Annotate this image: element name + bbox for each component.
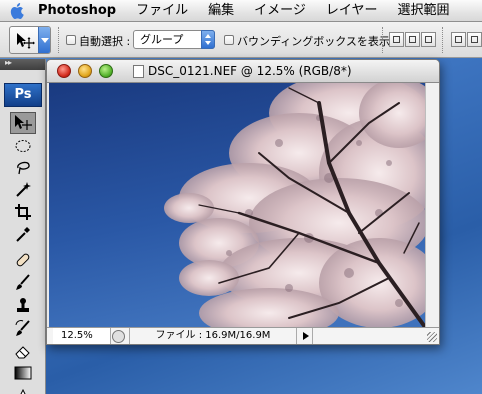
align-bottom-edges-button[interactable] <box>421 32 436 47</box>
menu-edit[interactable]: 編集 <box>198 0 244 22</box>
menu-app-name[interactable]: Photoshop <box>34 0 126 22</box>
vertical-scrollbar[interactable] <box>425 83 439 327</box>
menu-file[interactable]: ファイル <box>126 0 198 22</box>
align-left-edges-button[interactable] <box>451 32 466 47</box>
auto-select-checkbox[interactable] <box>66 35 76 45</box>
magic-wand-icon <box>16 182 31 197</box>
healing-brush-tool-button[interactable] <box>10 249 36 271</box>
chevron-down-icon[interactable] <box>38 27 50 53</box>
status-menu-arrow-icon[interactable] <box>299 328 313 344</box>
crop-icon <box>15 204 31 220</box>
stamp-icon <box>17 298 29 312</box>
elliptical-marquee-icon <box>15 140 31 152</box>
auto-select-target-select[interactable]: グループ <box>133 30 215 49</box>
gradient-tool-button[interactable] <box>10 362 36 384</box>
status-info-icon[interactable] <box>112 330 125 343</box>
brush-tool-button[interactable] <box>10 271 36 293</box>
align-vertical-centers-button[interactable] <box>405 32 420 47</box>
document-canvas[interactable] <box>49 83 425 327</box>
cherry-blossom-photo <box>49 83 425 327</box>
close-window-icon[interactable] <box>57 64 71 78</box>
blur-drop-icon <box>20 389 26 394</box>
eyedropper-icon <box>16 227 30 242</box>
zoom-level-field[interactable]: 12.5% <box>53 328 111 344</box>
tools-panel: ▸▸ Ps <box>0 58 46 394</box>
menu-layer[interactable]: レイヤー <box>316 0 388 22</box>
menu-bar: Photoshop ファイル 編集 イメージ レイヤー 選択範囲 <box>0 0 482 22</box>
magic-wand-tool-button[interactable] <box>10 179 36 201</box>
tool-preset-picker[interactable] <box>9 26 51 54</box>
show-bounding-box-label: バウンディングボックスを表示 <box>237 35 390 48</box>
select-stepper-icon <box>201 30 215 49</box>
gradient-icon <box>14 366 32 380</box>
bandage-icon <box>16 253 30 267</box>
eyedropper-tool-button[interactable] <box>10 223 36 245</box>
align-top-edges-button[interactable] <box>389 32 404 47</box>
elliptical-marquee-tool-button[interactable] <box>10 135 36 157</box>
menu-select[interactable]: 選択範囲 <box>388 0 460 22</box>
history-brush-icon <box>15 320 30 336</box>
lasso-tool-button[interactable] <box>10 157 36 179</box>
eraser-icon <box>15 346 30 359</box>
photoshop-logo[interactable]: Ps <box>4 83 42 107</box>
document-titlebar[interactable]: DSC_0121.NEF @ 12.5% (RGB/8*) <box>47 60 439 83</box>
tools-panel-titlebar[interactable]: ▸▸ <box>0 58 45 70</box>
move-tool-button[interactable] <box>10 112 36 134</box>
document-title: DSC_0121.NEF @ 12.5% (RGB/8*) <box>148 64 352 78</box>
minimize-window-icon[interactable] <box>78 64 92 78</box>
options-divider <box>442 27 445 53</box>
zoom-window-icon[interactable] <box>99 64 113 78</box>
brush-icon <box>16 274 30 290</box>
lasso-icon <box>17 161 30 175</box>
show-bounding-box-checkbox[interactable] <box>224 35 234 45</box>
move-tool-icon <box>15 115 32 130</box>
auto-select-label: 自動選択 : <box>79 35 131 48</box>
menu-image[interactable]: イメージ <box>244 0 316 22</box>
document-size-info: ファイル : 16.9M/16.9M <box>129 328 297 344</box>
resize-grip-icon[interactable] <box>427 332 437 342</box>
document-window: DSC_0121.NEF @ 12.5% (RGB/8*) 12.5% ファイル… <box>46 59 440 345</box>
apple-menu-icon[interactable] <box>0 0 34 22</box>
blur-tool-button[interactable] <box>10 384 36 394</box>
options-divider <box>58 27 61 53</box>
align-horizontal-centers-button[interactable] <box>467 32 482 47</box>
crop-tool-button[interactable] <box>10 201 36 223</box>
auto-select-target-value: グループ <box>140 33 184 46</box>
move-tool-icon <box>17 33 35 49</box>
clone-stamp-tool-button[interactable] <box>10 295 36 317</box>
document-file-icon <box>133 65 144 78</box>
history-brush-tool-button[interactable] <box>10 317 36 339</box>
document-status-bar: 12.5% ファイル : 16.9M/16.9M <box>47 327 439 344</box>
options-divider <box>382 27 385 53</box>
eraser-tool-button[interactable] <box>10 340 36 362</box>
options-bar: 自動選択 : グループ バウンディングボックスを表示 <box>0 22 482 58</box>
